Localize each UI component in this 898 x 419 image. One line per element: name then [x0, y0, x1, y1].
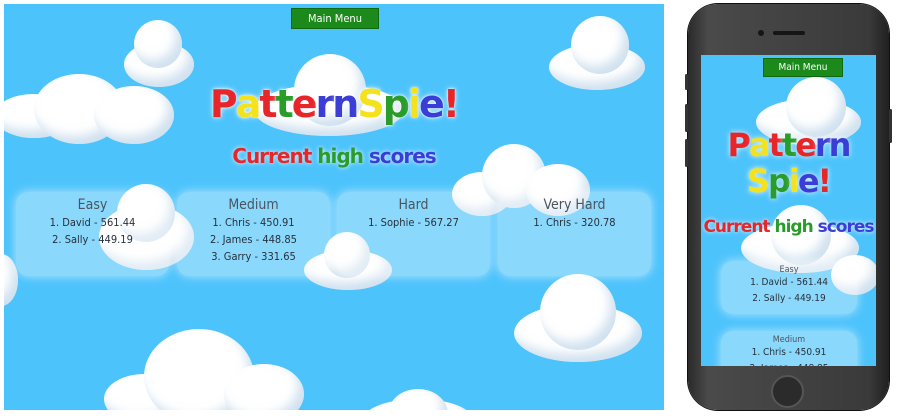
phone-mockup: Main Menu Pattern Spie! Current high sco…: [685, 4, 892, 410]
logo-letter: p: [767, 162, 791, 200]
score-entry: 1. Chris - 450.91: [212, 216, 295, 229]
cloud: [104, 329, 304, 410]
logo-letter: t: [259, 82, 277, 126]
pattern-spiel-logo: PatternSpie!: [4, 82, 664, 126]
phone-speaker: [773, 31, 805, 35]
desktop-view: Main Menu PatternSpie! Current high scor…: [4, 4, 664, 410]
score-entry: 1. Chris - 450.91: [751, 347, 827, 358]
logo-letter: t: [275, 82, 294, 126]
logo-letter: r: [814, 126, 831, 164]
main-menu-button[interactable]: Main Menu: [291, 8, 379, 29]
logo-letter: P: [209, 82, 238, 126]
phone-camera: [758, 30, 764, 36]
difficulty-title: Easy: [77, 197, 108, 213]
phone-screen: Main Menu Pattern Spie! Current high sco…: [701, 55, 876, 366]
logo-letter: i: [407, 82, 421, 126]
subtitle-word: Current: [232, 144, 312, 168]
subtitle-word: scores: [817, 217, 875, 237]
score-entry: 2. James - 448.85: [210, 233, 297, 246]
score-entry: 1. David - 561.44: [750, 277, 828, 288]
logo-letter: p: [382, 82, 410, 126]
logo-letter: !: [817, 162, 833, 200]
logo-letter: e: [418, 82, 445, 126]
subtitle-word: high: [774, 217, 813, 237]
logo-letter: n: [828, 126, 852, 164]
score-entry: 2. Sally - 449.19: [52, 233, 133, 246]
score-card-very-hard: Very Hard 1. Chris - 320.78: [498, 192, 651, 276]
score-entry: 2. James - 448.85: [721, 361, 857, 366]
logo-letter: e: [291, 82, 318, 126]
score-entry: 2. Sally - 449.19: [752, 293, 826, 304]
page-subtitle: Current high scores: [701, 217, 876, 237]
score-card-hard: Hard 1. Sophie - 567.27: [337, 192, 490, 276]
logo-letter: S: [746, 162, 770, 200]
phone-side-button: [685, 139, 688, 167]
score-entry: 3. Garry - 331.65: [211, 250, 296, 263]
cloud: [364, 389, 474, 410]
score-card-easy: Easy 1. David - 561.44 2. Sally - 449.19: [16, 192, 169, 276]
difficulty-title: Hard: [398, 197, 429, 213]
phone-home-button[interactable]: [771, 375, 804, 408]
difficulty-title: Medium: [228, 197, 279, 213]
phone-side-button: [685, 104, 688, 132]
score-entry: 1. Sophie - 567.27: [368, 216, 459, 229]
score-card-medium: Medium 1. Chris - 450.91 2. James - 448.…: [177, 192, 330, 276]
score-entry: 1. Chris - 320.78: [533, 216, 616, 229]
logo-letter: i: [788, 162, 800, 200]
logo-letter: a: [749, 126, 771, 164]
main-menu-button[interactable]: Main Menu: [763, 58, 843, 77]
logo-letter: r: [315, 82, 335, 126]
cloud: [549, 16, 649, 91]
logo-letter: P: [727, 126, 751, 164]
logo-letter: t: [781, 126, 797, 164]
logo-letter: n: [332, 82, 359, 126]
score-card-easy: Easy 1. David - 561.44 2. Sally - 449.19: [721, 261, 857, 314]
logo-letter: S: [357, 82, 384, 126]
phone-side-button: [685, 74, 688, 90]
logo-letter: a: [235, 82, 262, 126]
difficulty-title: Very Hard: [543, 197, 606, 213]
score-entry: 1. David - 561.44: [49, 216, 136, 229]
logo-letter: e: [795, 126, 817, 164]
subtitle-word: high: [317, 144, 364, 168]
pattern-spiel-logo: Pattern Spie!: [701, 127, 876, 199]
logo-letter: t: [768, 126, 784, 164]
difficulty-title: Medium: [772, 335, 806, 345]
page-subtitle: Current high scores: [4, 144, 664, 168]
phone-side-button: [889, 109, 892, 143]
logo-letter: e: [797, 162, 820, 200]
subtitle-word: scores: [368, 144, 437, 168]
logo-letter: !: [442, 82, 460, 126]
subtitle-word: Current: [703, 217, 770, 237]
cloud: [514, 274, 644, 364]
difficulty-title: Easy: [779, 265, 799, 275]
score-card-medium: Medium 1. Chris - 450.91 2. James - 448.…: [721, 331, 857, 366]
